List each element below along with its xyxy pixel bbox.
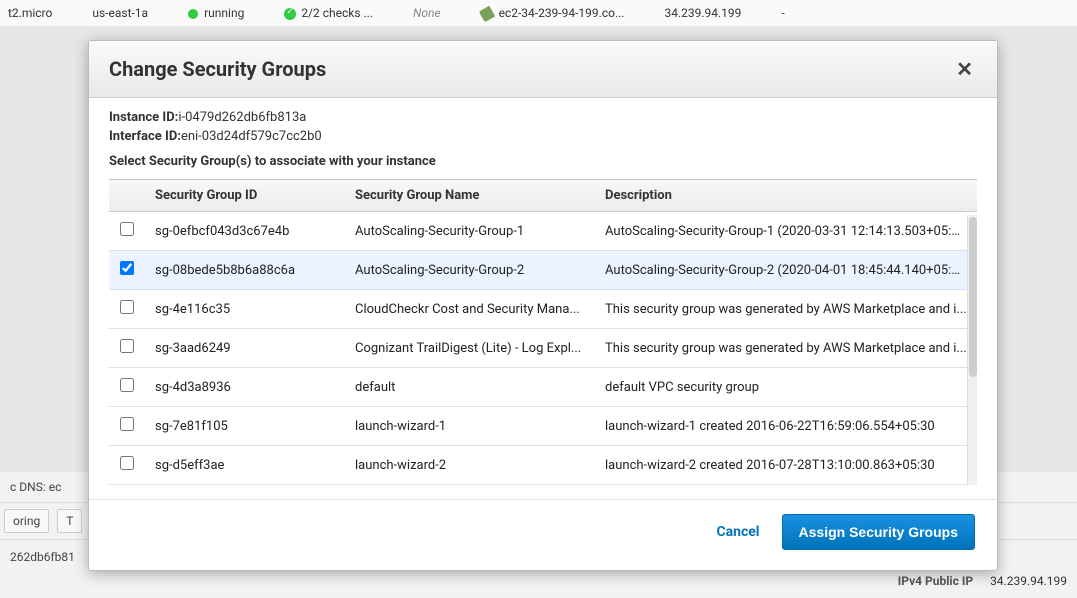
row-checkbox-cell xyxy=(109,407,145,446)
row-checkbox[interactable] xyxy=(120,378,134,392)
change-security-groups-dialog: Change Security Groups ✕ Instance ID:i-0… xyxy=(88,40,998,571)
row-checkbox-cell xyxy=(109,212,145,251)
sg-id: sg-4d3a8936 xyxy=(145,368,345,407)
table-header-row: Security Group ID Security Group Name De… xyxy=(109,180,977,212)
interface-id-value: eni-03d24df579c7cc2b0 xyxy=(181,129,322,144)
dialog-header: Change Security Groups ✕ xyxy=(89,41,997,98)
assign-security-groups-button[interactable]: Assign Security Groups xyxy=(782,514,975,550)
sg-description: AutoScaling-Security-Group-2 (2020-04-01… xyxy=(595,251,977,290)
instance-state: running xyxy=(188,6,244,20)
tab-t[interactable]: T xyxy=(57,509,82,533)
sg-name: launch-wizard-2 xyxy=(345,446,595,485)
sg-id: sg-3aad6249 xyxy=(145,329,345,368)
security-group-table: Security Group ID Security Group Name De… xyxy=(109,179,977,485)
row-checkbox[interactable] xyxy=(120,417,134,431)
instance-type: t2.micro xyxy=(8,6,52,20)
select-label: Select Security Group(s) to associate wi… xyxy=(109,154,977,169)
sg-name: CloudCheckr Cost and Security Mana... xyxy=(345,290,595,329)
instance-id-line: Instance ID:i-0479d262db6fb813a xyxy=(109,110,977,125)
ipv4-value: 34.239.94.199 xyxy=(990,574,1067,588)
sg-id: sg-d5eff3ae xyxy=(145,446,345,485)
sg-id: sg-0efbcf043d3c67e4b xyxy=(145,212,345,251)
sg-description: AutoScaling-Security-Group-1 (2020-03-31… xyxy=(595,212,977,251)
row-checkbox[interactable] xyxy=(120,339,134,353)
table-row[interactable]: sg-4d3a8936defaultdefault VPC security g… xyxy=(109,368,977,407)
alarm-status: None xyxy=(413,6,441,20)
sg-id: sg-4e116c35 xyxy=(145,290,345,329)
sg-name: Cognizant TrailDigest (Lite) - Log Expl.… xyxy=(345,329,595,368)
sg-description: This security group was generated by AWS… xyxy=(595,329,977,368)
row-checkbox-cell xyxy=(109,329,145,368)
dialog-footer: Cancel Assign Security Groups xyxy=(89,499,997,570)
instance-id-label: Instance ID: xyxy=(109,110,178,125)
ipv4-label: IPv4 Public IP xyxy=(898,574,973,588)
dialog-title: Change Security Groups xyxy=(109,57,326,81)
public-ip: 34.239.94.199 xyxy=(664,6,741,20)
interface-id-label: Interface ID: xyxy=(109,129,181,144)
table-row[interactable]: sg-d5eff3aelaunch-wizard-2launch-wizard-… xyxy=(109,446,977,485)
row-checkbox-cell xyxy=(109,368,145,407)
running-icon xyxy=(188,9,198,19)
col-sg-desc[interactable]: Description xyxy=(595,180,977,212)
row-checkbox[interactable] xyxy=(120,222,134,236)
extra-col: - xyxy=(781,6,784,20)
close-icon[interactable]: ✕ xyxy=(952,57,977,81)
instance-id-value: i-0479d262db6fb813a xyxy=(178,110,306,125)
sg-id: sg-08bede5b8b6a88c6a xyxy=(145,251,345,290)
col-sg-id[interactable]: Security Group ID xyxy=(145,180,345,212)
sg-name: AutoScaling-Security-Group-2 xyxy=(345,251,595,290)
sg-name: launch-wizard-1 xyxy=(345,407,595,446)
tab-monitoring[interactable]: oring xyxy=(4,509,49,533)
instance-row[interactable]: t2.micro us-east-1a running 2/2 checks .… xyxy=(0,0,1077,26)
public-dns: ec2-34-239-94-199.co... xyxy=(481,6,625,20)
col-sg-name[interactable]: Security Group Name xyxy=(345,180,595,212)
security-group-table-wrap: Security Group ID Security Group Name De… xyxy=(109,179,977,485)
table-row[interactable]: sg-7e81f105launch-wizard-1launch-wizard-… xyxy=(109,407,977,446)
row-checkbox-cell xyxy=(109,251,145,290)
availability-zone: us-east-1a xyxy=(92,6,148,20)
sg-name: default xyxy=(345,368,595,407)
sg-description: launch-wizard-2 created 2016-07-28T13:10… xyxy=(595,446,977,485)
ipv4-row: IPv4 Public IP 34.239.94.199 xyxy=(0,570,1077,598)
row-checkbox-cell xyxy=(109,290,145,329)
sg-description: This security group was generated by AWS… xyxy=(595,290,977,329)
sg-description: default VPC security group xyxy=(595,368,977,407)
sg-description: launch-wizard-1 created 2016-06-22T16:59… xyxy=(595,407,977,446)
sg-name: AutoScaling-Security-Group-1 xyxy=(345,212,595,251)
sg-id: sg-7e81f105 xyxy=(145,407,345,446)
scrollbar[interactable] xyxy=(967,215,977,485)
status-checks: 2/2 checks ... xyxy=(284,6,373,20)
row-checkbox[interactable] xyxy=(120,456,134,470)
interface-id-line: Interface ID:eni-03d24df579c7cc2b0 xyxy=(109,129,977,144)
cancel-button[interactable]: Cancel xyxy=(716,524,759,540)
col-checkbox xyxy=(109,180,145,212)
check-icon xyxy=(284,8,296,20)
row-checkbox[interactable] xyxy=(120,261,134,275)
tag-icon xyxy=(478,6,494,22)
scrollbar-thumb[interactable] xyxy=(969,217,977,377)
table-row[interactable]: sg-08bede5b8b6a88c6aAutoScaling-Security… xyxy=(109,251,977,290)
row-checkbox[interactable] xyxy=(120,300,134,314)
row-checkbox-cell xyxy=(109,446,145,485)
table-row[interactable]: sg-3aad6249Cognizant TrailDigest (Lite) … xyxy=(109,329,977,368)
dialog-body: Instance ID:i-0479d262db6fb813a Interfac… xyxy=(89,98,997,491)
table-row[interactable]: sg-0efbcf043d3c67e4bAutoScaling-Security… xyxy=(109,212,977,251)
table-row[interactable]: sg-4e116c35CloudCheckr Cost and Security… xyxy=(109,290,977,329)
